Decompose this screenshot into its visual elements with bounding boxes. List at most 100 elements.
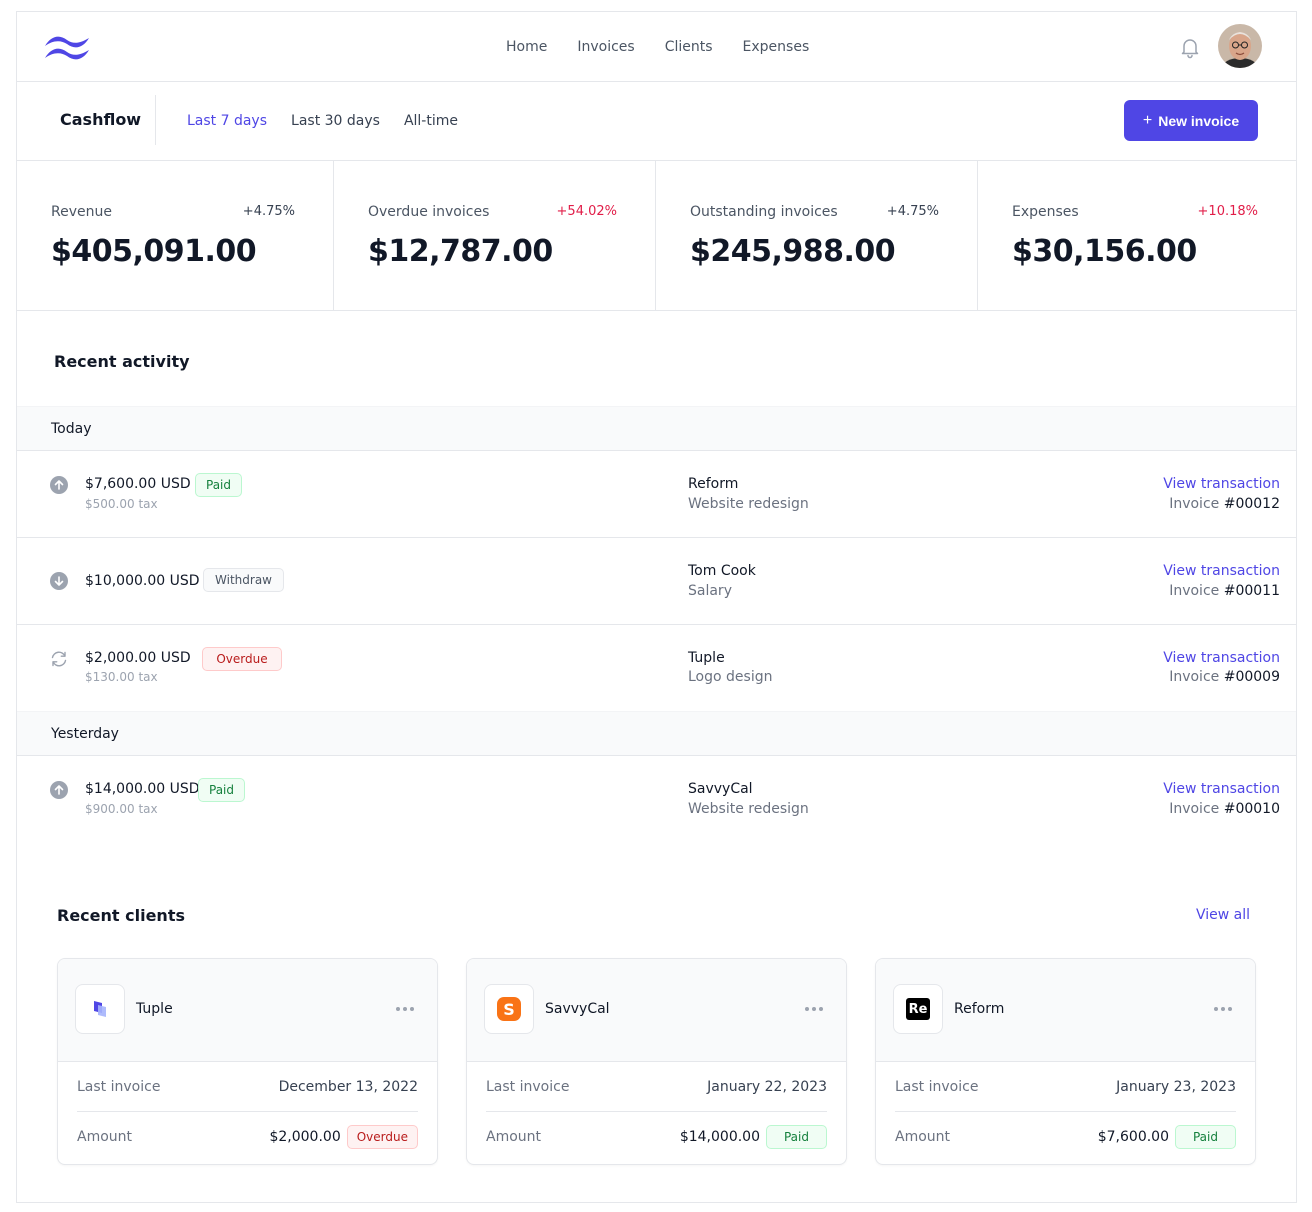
- cashflow-title: Cashflow: [60, 110, 142, 129]
- client-card: Re Reform Last invoice January 23, 2023 …: [875, 958, 1256, 1165]
- transaction-client: Tom Cook: [688, 563, 756, 579]
- recent-activity-title: Recent activity: [54, 352, 190, 371]
- tab-last-30-days[interactable]: Last 30 days: [291, 112, 380, 130]
- last-invoice-date: January 23, 2023: [1116, 1078, 1236, 1095]
- view-transaction-link[interactable]: View transaction: [1163, 780, 1280, 798]
- app-frame: Home Invoices Clients Expenses Cashflow: [16, 11, 1297, 1203]
- stat-label: Expenses: [1012, 204, 1079, 220]
- invoice-label: Invoice: [1169, 496, 1220, 512]
- view-transaction-link[interactable]: View transaction: [1163, 562, 1280, 580]
- invoice-reference: Invoice #00009: [1169, 668, 1280, 686]
- transaction-amount: $7,600.00 USD: [85, 476, 191, 492]
- status-badge: Paid: [195, 473, 242, 497]
- nav-clients[interactable]: Clients: [665, 38, 713, 56]
- status-badge: Overdue: [202, 647, 282, 671]
- view-transaction-link[interactable]: View transaction: [1163, 475, 1280, 493]
- amount-group: $7,600.00 Paid: [1098, 1125, 1236, 1149]
- stat-value: $405,091.00: [51, 234, 257, 269]
- stat-label: Revenue: [51, 204, 112, 220]
- nav-home[interactable]: Home: [506, 38, 547, 56]
- main-nav: Home Invoices Clients Expenses: [506, 38, 809, 56]
- arrow-up-circle-icon: [50, 781, 68, 799]
- client-name: Reform: [954, 1001, 1005, 1017]
- top-navigation: Home Invoices Clients Expenses: [17, 12, 1296, 82]
- recent-clients-title: Recent clients: [57, 906, 185, 925]
- new-invoice-button[interactable]: + New invoice: [1124, 100, 1258, 141]
- group-header-today: Today: [17, 406, 1296, 451]
- invoice-number: #00011: [1223, 583, 1280, 599]
- amount-group: $2,000.00 Overdue: [269, 1125, 418, 1149]
- new-invoice-label: New invoice: [1158, 112, 1240, 129]
- client-card: S SavvyCal Last invoice January 22, 2023…: [466, 958, 847, 1165]
- invoice-reference: Invoice #00011: [1169, 582, 1280, 600]
- tab-all-time[interactable]: All-time: [404, 112, 458, 130]
- view-all-link[interactable]: View all: [1196, 906, 1250, 924]
- transaction-amount: $10,000.00 USD: [85, 573, 200, 589]
- invoice-reference: Invoice #00010: [1169, 800, 1280, 818]
- stat-label: Overdue invoices: [368, 204, 490, 220]
- more-options-icon[interactable]: [802, 997, 826, 1021]
- svg-text:S: S: [503, 1000, 515, 1019]
- client-card-header: Re Reform: [876, 959, 1255, 1062]
- last-invoice-date: December 13, 2022: [278, 1078, 418, 1095]
- avatar[interactable]: [1218, 24, 1262, 68]
- stat-value: $12,787.00: [368, 234, 553, 269]
- status-badge: Paid: [766, 1125, 827, 1149]
- stat-outstanding-invoices: Outstanding invoices +4.75% $245,988.00: [656, 161, 978, 311]
- stat-change: +10.18%: [1197, 204, 1258, 219]
- user-avatar-image: [1218, 24, 1262, 68]
- stat-change: +4.75%: [242, 204, 295, 219]
- reform-logo-mark: Re: [906, 998, 930, 1020]
- client-amount: $14,000.00: [679, 1129, 760, 1145]
- client-amount: $2,000.00: [269, 1129, 341, 1145]
- savvycal-logo-icon: S: [497, 997, 521, 1021]
- invoice-number: #00009: [1223, 669, 1280, 685]
- client-card: Tuple Last invoice December 13, 2022 Amo…: [57, 958, 438, 1165]
- transaction-description: Website redesign: [688, 801, 809, 817]
- transaction-row: $10,000.00 USD Withdraw Tom Cook Salary …: [17, 538, 1296, 625]
- reform-logo: Re: [893, 984, 943, 1034]
- view-transaction-link[interactable]: View transaction: [1163, 649, 1280, 667]
- invoice-number: #00010: [1223, 801, 1280, 817]
- nav-invoices[interactable]: Invoices: [577, 38, 634, 56]
- amount-label: Amount: [486, 1129, 542, 1145]
- invoice-label: Invoice: [1169, 801, 1220, 817]
- logo-icon[interactable]: [43, 32, 91, 62]
- more-options-icon[interactable]: [1211, 997, 1235, 1021]
- client-card-header: Tuple: [58, 959, 437, 1062]
- group-label: Yesterday: [51, 726, 119, 742]
- transaction-description: Logo design: [688, 669, 773, 685]
- client-amount: $7,600.00: [1097, 1129, 1169, 1145]
- stats-panel: Revenue +4.75% $405,091.00 Overdue invoi…: [17, 161, 1296, 311]
- amount-label: Amount: [77, 1129, 133, 1145]
- transaction-client: Reform: [688, 476, 739, 492]
- bell-icon[interactable]: [1178, 35, 1202, 59]
- stat-value: $30,156.00: [1012, 234, 1197, 269]
- transaction-tax: $130.00 tax: [85, 670, 158, 684]
- amount-label: Amount: [895, 1129, 951, 1145]
- arrow-up-circle-icon: [50, 476, 68, 494]
- stat-expenses: Expenses +10.18% $30,156.00: [978, 161, 1296, 311]
- more-options-icon[interactable]: [393, 997, 417, 1021]
- tuple-logo-icon: [94, 1001, 106, 1017]
- status-badge: Overdue: [346, 1125, 418, 1149]
- last-invoice-date: January 22, 2023: [707, 1078, 827, 1095]
- transaction-tax: $900.00 tax: [85, 802, 158, 816]
- last-invoice-row: Last invoice January 23, 2023: [895, 1062, 1236, 1112]
- amount-group: $14,000.00 Paid: [680, 1125, 827, 1149]
- nav-expenses[interactable]: Expenses: [743, 38, 810, 56]
- transaction-row: $7,600.00 USD Paid $500.00 tax Reform We…: [17, 451, 1296, 538]
- amount-row: Amount $14,000.00 Paid: [486, 1112, 827, 1162]
- transaction-tax: $500.00 tax: [85, 497, 158, 511]
- transaction-row: $2,000.00 USD Overdue $130.00 tax Tuple …: [17, 625, 1296, 712]
- last-invoice-row: Last invoice December 13, 2022: [77, 1062, 418, 1112]
- invoice-reference: Invoice #00012: [1169, 495, 1280, 513]
- stat-change: +54.02%: [556, 204, 617, 219]
- client-name: SavvyCal: [545, 1001, 610, 1017]
- divider: [155, 95, 156, 145]
- status-badge: Paid: [198, 778, 245, 802]
- transaction-client: Tuple: [688, 650, 725, 666]
- tab-last-7-days[interactable]: Last 7 days: [187, 112, 267, 130]
- group-label: Today: [51, 421, 92, 437]
- last-invoice-label: Last invoice: [486, 1078, 570, 1095]
